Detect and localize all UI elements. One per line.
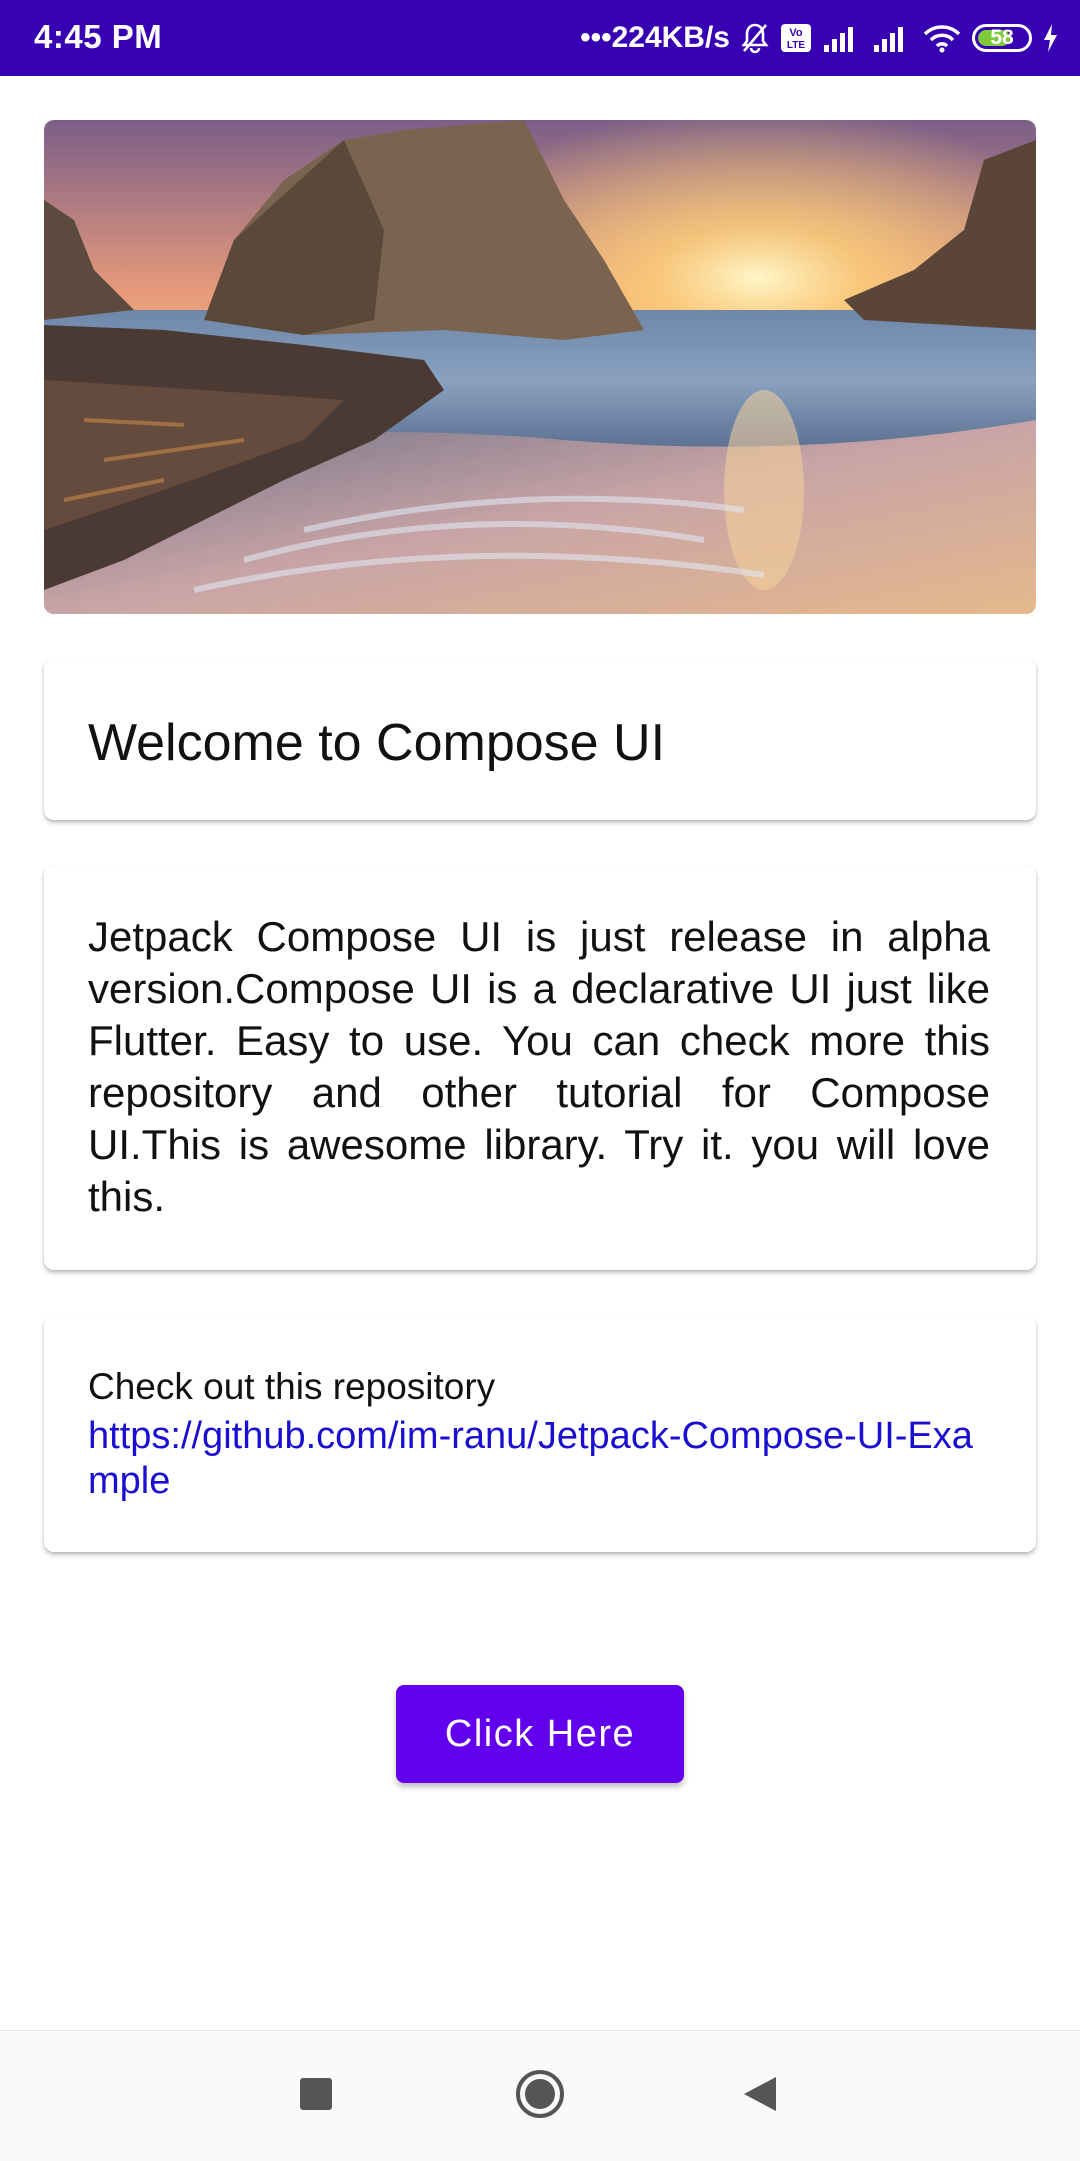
home-button[interactable] (480, 2031, 600, 2161)
svg-text:LTE: LTE (787, 40, 805, 51)
repository-link[interactable]: https://github.com/im-ranu/Jetpack-Compo… (88, 1414, 992, 1504)
back-button[interactable] (700, 2031, 820, 2161)
svg-text:Vo: Vo (789, 27, 803, 39)
navigation-bar (0, 2030, 1080, 2161)
signal-icon (822, 23, 862, 53)
repository-card: Check out this repository https://github… (44, 1316, 1036, 1552)
description-card: Jetpack Compose UI is just release in al… (44, 865, 1036, 1270)
charging-icon (1042, 23, 1058, 53)
volte-icon: Vo LTE (780, 23, 812, 53)
recents-button[interactable] (256, 2031, 376, 2161)
click-here-button[interactable]: Click Here (396, 1685, 684, 1783)
recents-icon (299, 2077, 333, 2116)
signal-icon (872, 23, 912, 53)
home-icon (514, 2068, 566, 2125)
description-text: Jetpack Compose UI is just release in al… (88, 913, 990, 1220)
hero-image (44, 120, 1036, 614)
back-icon (742, 2075, 778, 2118)
status-time: 4:45 PM (34, 18, 163, 55)
battery-icon: 58 (972, 24, 1032, 52)
network-speed: •••224KB/s (580, 21, 730, 54)
status-bar: 4:45 PM •••224KB/s Vo LTE 58 (0, 0, 1080, 76)
status-icons: •••224KB/s Vo LTE 58 (580, 14, 1058, 62)
mute-bell-icon (740, 22, 770, 54)
title-text: Welcome to Compose UI (88, 714, 666, 772)
battery-level: 58 (990, 26, 1014, 49)
title-card: Welcome to Compose UI (44, 658, 1036, 820)
wifi-icon (922, 23, 962, 53)
repository-label: Check out this repository (88, 1366, 496, 1407)
